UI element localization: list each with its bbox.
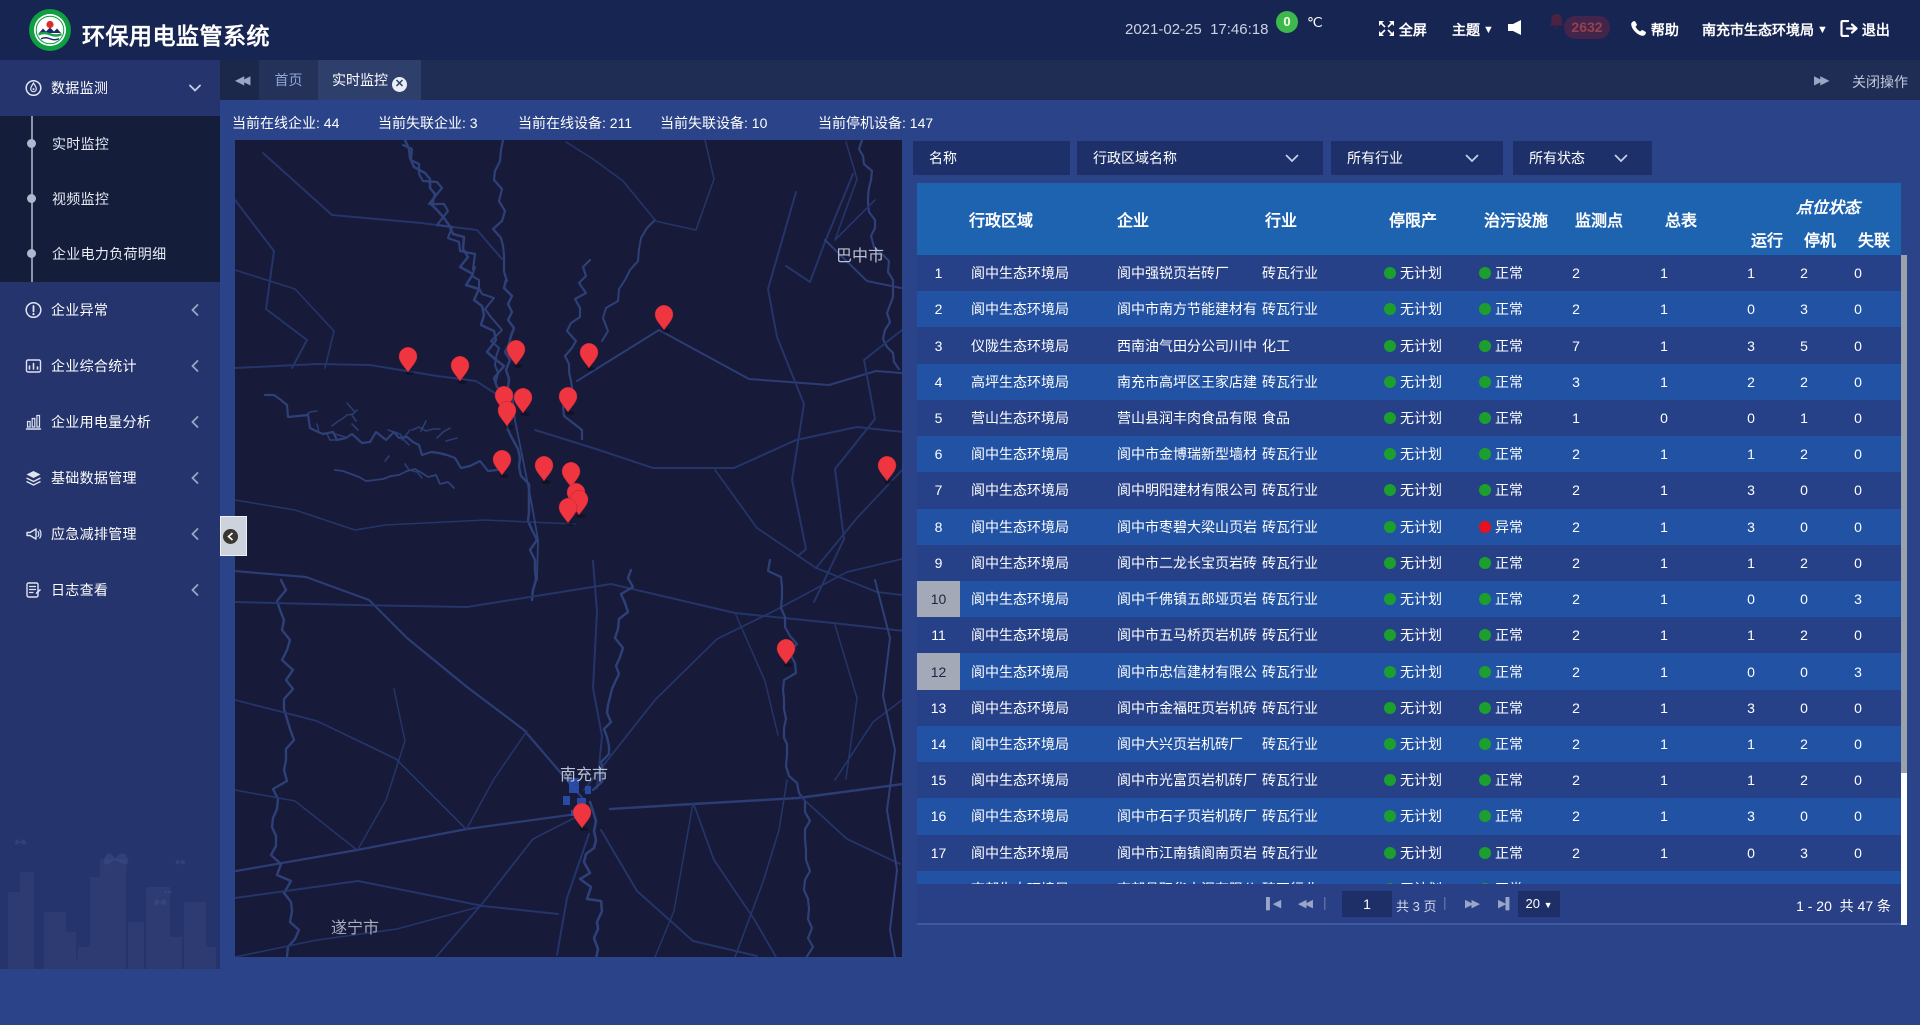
svg-text:巴中市: 巴中市 bbox=[836, 247, 884, 265]
svg-text:南充市: 南充市 bbox=[560, 766, 608, 784]
svg-text:遂宁市: 遂宁市 bbox=[331, 919, 379, 937]
